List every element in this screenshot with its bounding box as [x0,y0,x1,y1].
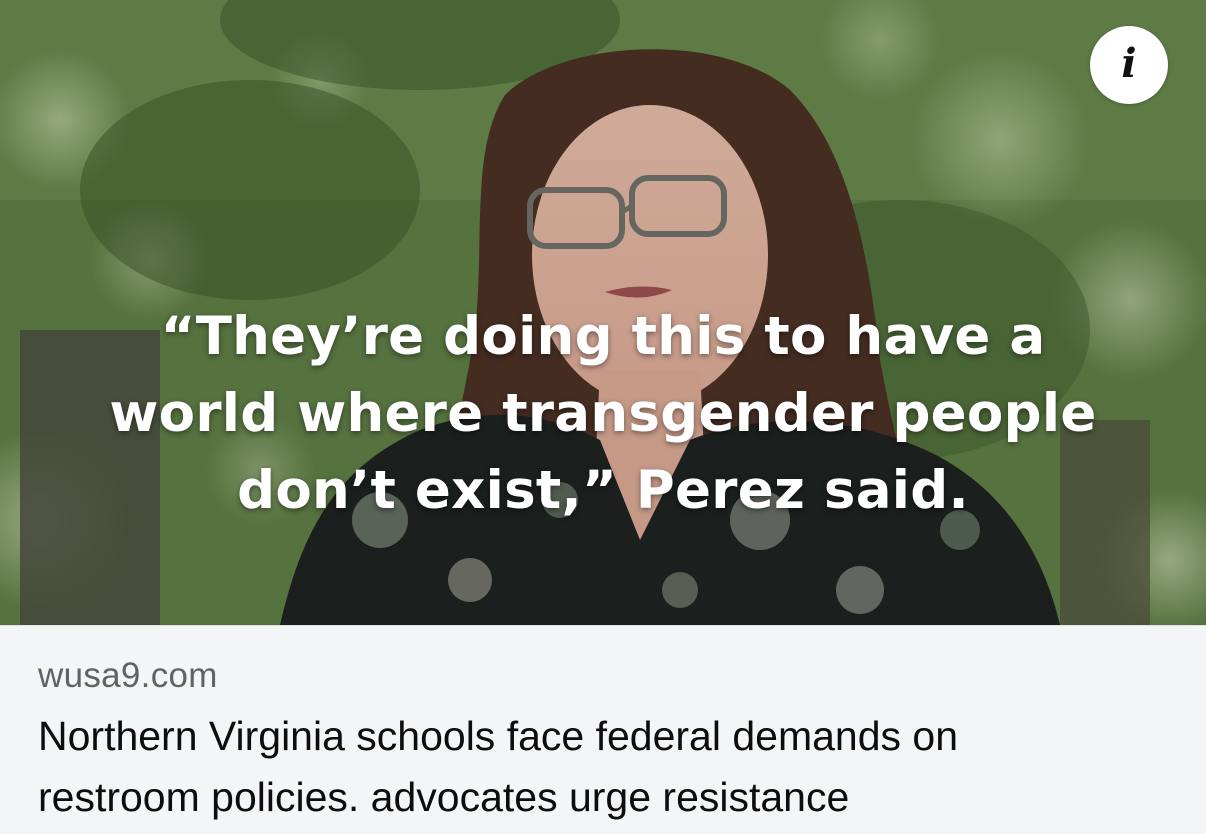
article-headline[interactable]: Northern Virginia schools face federal d… [38,706,1178,828]
quote-overlay: “They’re doing this to have a world wher… [0,298,1206,529]
info-button[interactable]: i [1090,26,1168,104]
article-image[interactable]: “They’re doing this to have a world wher… [0,0,1206,625]
link-preview-footer[interactable]: wusa9.com Northern Virginia schools face… [0,625,1206,834]
source-domain: wusa9.com [38,656,218,695]
headline-line: restroom policies. advocates urge resist… [38,774,850,820]
link-preview-card[interactable]: “They’re doing this to have a world wher… [0,0,1206,834]
quote-line: don’t exist,” Perez said. [237,460,969,521]
quote-line: world where transgender people [109,383,1097,444]
info-icon: i [1121,40,1137,87]
headline-line: Northern Virginia schools face federal d… [38,713,958,759]
quote-line: “They’re doing this to have a [160,306,1046,367]
